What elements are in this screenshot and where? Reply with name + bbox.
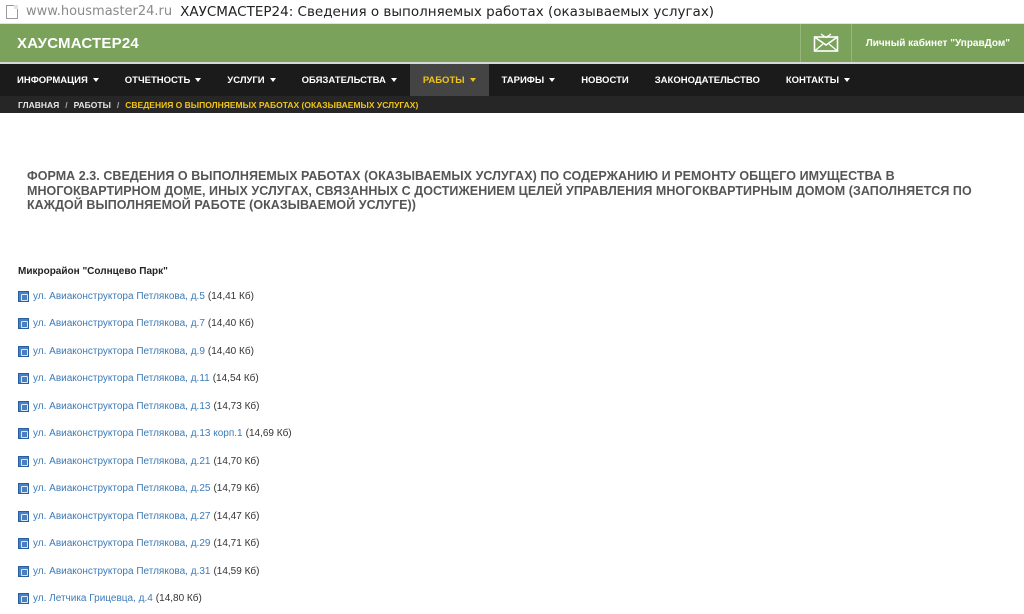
file-size: (14,80 Кб) xyxy=(155,593,202,604)
spreadsheet-file-icon xyxy=(18,510,29,522)
file-size: (14,70 Кб) xyxy=(213,455,260,467)
nav-item-label: ТАРИФЫ xyxy=(501,74,545,86)
spreadsheet-file-icon xyxy=(18,400,29,412)
nav-item-0[interactable]: ИНФОРМАЦИЯ xyxy=(0,64,112,96)
breadcrumb-section[interactable]: РАБОТЫ xyxy=(74,100,111,110)
chevron-down-icon xyxy=(195,78,202,82)
list-item: ул. Авиаконструктора Петлякова, д.5 (14,4… xyxy=(18,290,1006,319)
breadcrumb-current: СВЕДЕНИЯ О ВЫПОЛНЯЕМЫХ РАБОТАХ (ОКАЗЫВАЕ… xyxy=(125,99,419,110)
list-item: ул. Авиаконструктора Петлякова, д.25 (14,… xyxy=(18,483,1006,511)
nav-item-label: КОНТАКТЫ xyxy=(785,74,840,86)
nav-item-label: ЗАКОНОДАТЕЛЬСТВО xyxy=(654,74,760,86)
list-item: ул. Авиаконструктора Петлякова, д.27 (14,… xyxy=(18,510,1006,539)
site-logo[interactable]: ХАУСМАСТЕР24 xyxy=(0,35,139,52)
file-link[interactable]: ул. Авиаконструктора Петлякова, д.13 кор… xyxy=(33,428,243,439)
main-navigation: ИНФОРМАЦИЯ ОТЧЕТНОСТЬ УСЛУГИ ОБЯЗАТЕЛЬСТВА Р… xyxy=(0,62,1024,96)
file-size: (14,54 Кб) xyxy=(212,373,259,384)
spreadsheet-file-icon xyxy=(18,483,29,494)
breadcrumb-home[interactable]: ГЛАВНАЯ xyxy=(18,100,59,110)
personal-cabinet-link[interactable]: Личный кабинет "УправДом" xyxy=(852,24,1024,62)
file-size: (14,40 Кб) xyxy=(207,345,254,357)
file-size: (14,73 Кб) xyxy=(213,400,260,412)
nav-item-1[interactable]: ОТЧЕТНОСТЬ xyxy=(112,64,215,96)
header-actions: Личный кабинет "УправДом" xyxy=(799,24,1024,62)
envelope-icon xyxy=(813,33,838,52)
nav-item-8[interactable]: КОНТАКТЫ xyxy=(773,64,863,96)
list-item: ул. Авиаконструктора Петлякова, д.31 (14,… xyxy=(18,565,1006,594)
spreadsheet-file-icon xyxy=(18,538,29,549)
file-link[interactable]: ул. Авиаконструктора Петлякова, д.31 xyxy=(33,566,210,577)
file-link[interactable]: ул. Авиаконструктора Петлякова, д.27 xyxy=(33,511,210,522)
chevron-down-icon xyxy=(92,78,99,82)
nav-item-4[interactable]: РАБОТЫ xyxy=(409,64,489,96)
mail-button[interactable] xyxy=(799,24,852,62)
nav-item-3[interactable]: ОБЯЗАТЕЛЬСТВА xyxy=(289,64,410,96)
chevron-down-icon xyxy=(469,78,476,82)
nav-item-label: ИНФОРМАЦИЯ xyxy=(17,74,88,86)
file-size: (14,79 Кб) xyxy=(213,483,260,494)
file-link[interactable]: ул. Летчика Грицевца, д.4 xyxy=(33,593,153,604)
file-size: (14,59 Кб) xyxy=(213,565,260,577)
list-item: ул. Авиаконструктора Петлякова, д.7 (14,4… xyxy=(18,318,1006,346)
nav-item-label: УСЛУГИ xyxy=(227,74,265,86)
file-link[interactable]: ул. Авиаконструктора Петлякова, д.11 xyxy=(33,373,210,384)
file-size: (14,40 Кб) xyxy=(207,318,254,329)
chevron-down-icon xyxy=(549,78,556,82)
chevron-down-icon xyxy=(390,78,397,82)
list-item: ул. Авиаконструктора Петлякова, д.9 (14,4… xyxy=(18,345,1006,374)
file-size: (14,71 Кб) xyxy=(213,538,260,549)
main-content: ФОРМА 2.3. СВЕДЕНИЯ О ВЫПОЛНЯЕМЫХ РАБОТА… xyxy=(0,169,1024,614)
spreadsheet-file-icon xyxy=(18,593,29,604)
spreadsheet-file-icon xyxy=(18,565,29,577)
district-heading: Микрорайон "Солнцево Парк" xyxy=(18,265,168,277)
file-link[interactable]: ул. Авиаконструктора Петлякова, д.29 xyxy=(33,538,210,549)
spreadsheet-file-icon xyxy=(18,290,29,302)
nav-item-2[interactable]: УСЛУГИ xyxy=(214,64,288,96)
file-link[interactable]: ул. Авиаконструктора Петлякова, д.21 xyxy=(33,456,210,467)
file-size: (14,41 Кб) xyxy=(207,290,254,302)
file-list: ул. Авиаконструктора Петлякова, д.5 (14,4… xyxy=(18,290,1006,614)
nav-item-5[interactable]: ТАРИФЫ xyxy=(489,64,569,96)
spreadsheet-file-icon xyxy=(18,345,29,357)
breadcrumb-separator: / xyxy=(65,99,68,110)
nav-item-6[interactable]: НОВОСТИ xyxy=(568,64,642,96)
browser-url[interactable]: www.housmaster24.ru xyxy=(26,4,172,19)
file-link[interactable]: ул. Авиаконструктора Петлякова, д.7 xyxy=(33,318,205,329)
spreadsheet-file-icon xyxy=(18,318,29,329)
list-item: ул. Летчика Грицевца, д.4 (14,80 Кб) xyxy=(18,593,1006,614)
nav-item-label: РАБОТЫ xyxy=(422,74,465,86)
list-item: ул. Авиаконструктора Петлякова, д.21 (14,… xyxy=(18,455,1006,484)
nav-item-label: НОВОСТИ xyxy=(581,74,629,86)
nav-item-7[interactable]: ЗАКОНОДАТЕЛЬСТВО xyxy=(642,64,773,96)
file-link[interactable]: ул. Авиаконструктора Петлякова, д.5 xyxy=(33,291,205,302)
page-title: ФОРМА 2.3. СВЕДЕНИЯ О ВЫПОЛНЯЕМЫХ РАБОТА… xyxy=(27,169,972,212)
chevron-down-icon xyxy=(269,78,276,82)
list-item: ул. Авиаконструктора Петлякова, д.13 (14,… xyxy=(18,400,1006,429)
nav-item-label: ОТЧЕТНОСТЬ xyxy=(124,74,191,86)
file-link[interactable]: ул. Авиаконструктора Петлякова, д.9 xyxy=(33,346,205,357)
file-link[interactable]: ул. Авиаконструктора Петлякова, д.25 xyxy=(33,483,210,494)
spreadsheet-file-icon xyxy=(18,373,29,384)
spreadsheet-file-icon xyxy=(18,455,29,467)
file-size: (14,69 Кб) xyxy=(245,428,292,439)
page-icon xyxy=(6,4,18,19)
browser-page-title: ХАУСМАСТЕР24: Сведения о выполняемых раб… xyxy=(180,3,715,20)
breadcrumb-separator: / xyxy=(116,99,120,110)
breadcrumb: ГЛАВНАЯ / РАБОТЫ / СВЕДЕНИЯ О ВЫПОЛНЯЕМЫ… xyxy=(0,96,1024,113)
list-item: ул. Авиаконструктора Петлякова, д.29 (14,… xyxy=(18,538,1006,566)
file-link[interactable]: ул. Авиаконструктора Петлякова, д.13 xyxy=(33,401,210,412)
browser-title-bar: www.housmaster24.ru ХАУСМАСТЕР24: Сведен… xyxy=(0,0,1024,24)
chevron-down-icon xyxy=(844,78,851,82)
spreadsheet-file-icon xyxy=(18,428,29,439)
list-item: ул. Авиаконструктора Петлякова, д.11 (14,… xyxy=(18,373,1006,401)
file-size: (14,47 Кб) xyxy=(213,510,260,522)
list-item: ул. Авиаконструктора Петлякова, д.13 кор… xyxy=(18,428,1006,456)
nav-item-label: ОБЯЗАТЕЛЬСТВА xyxy=(301,74,386,86)
site-header: ХАУСМАСТЕР24 Личный кабинет "УправДом" xyxy=(0,24,1024,62)
